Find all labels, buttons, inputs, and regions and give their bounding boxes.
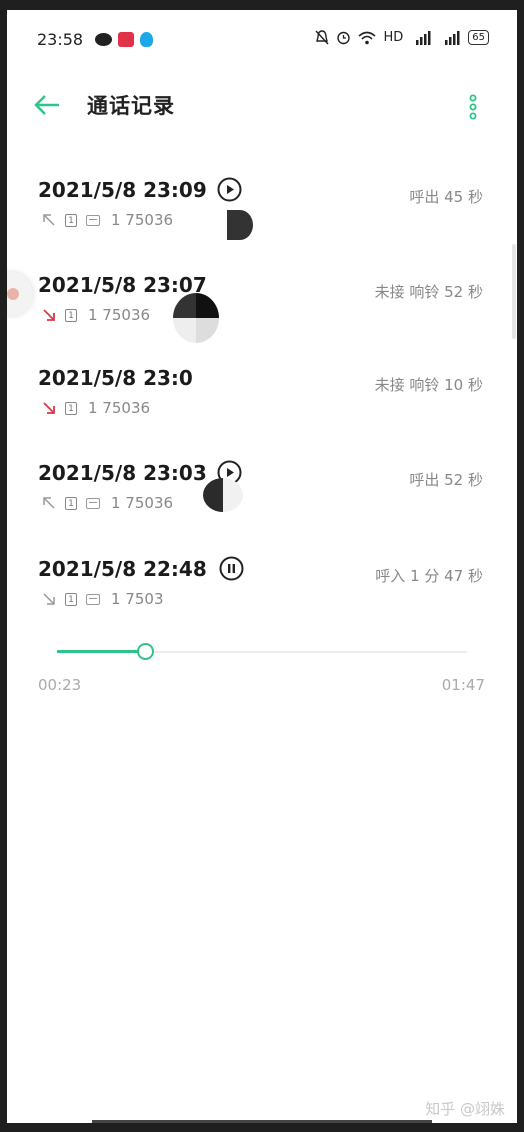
play-recording-icon[interactable] (217, 177, 242, 202)
call-status: 未接 响铃 10 秒 (374, 376, 483, 394)
playback-progress (57, 650, 145, 653)
call-log-item[interactable]: 2021/5/8 23:09 1 1 75036 呼出 45 秒 (7, 177, 517, 268)
hd-call-icon (86, 497, 100, 509)
hd-call-icon (86, 214, 100, 226)
playback-current-time: 00:23 (38, 676, 82, 694)
system-icons: HD 65 (315, 30, 489, 45)
redaction-mark (227, 210, 253, 240)
call-status: 呼入 1 分 47 秒 (375, 567, 483, 585)
network-type-label: HD (383, 30, 404, 45)
sim1-icon: 1 (65, 592, 77, 606)
qq-icon (140, 32, 153, 47)
pause-recording-icon[interactable] (219, 556, 244, 581)
phone-number: 1 75036 (111, 211, 174, 229)
playback-total-time: 01:47 (441, 676, 485, 694)
call-log-item[interactable]: 2021/5/8 22:48 1 1 7503 呼入 1 分 47 秒 (7, 556, 517, 647)
call-datetime: 2021/5/8 23:09 (38, 178, 207, 202)
page-title: 通话记录 (87, 94, 175, 118)
signal-icon-sim2 (445, 30, 460, 45)
missed-call-icon (43, 402, 55, 414)
redaction-mark (203, 478, 243, 512)
notification-icons (95, 32, 153, 47)
sim1-icon: 1 (65, 308, 77, 322)
watermark: 知乎 @翊姝 (425, 1100, 505, 1118)
status-bar: 23:58 HD 65 (7, 10, 517, 62)
home-indicator[interactable] (92, 1120, 432, 1123)
battery-icon: 65 (468, 30, 489, 45)
hd-call-icon (86, 593, 100, 605)
outgoing-call-icon (43, 214, 55, 226)
call-datetime: 2021/5/8 23:03 (38, 461, 207, 485)
call-status: 呼出 45 秒 (409, 188, 483, 206)
call-status: 呼出 52 秒 (409, 471, 483, 489)
wechat-icon (95, 33, 112, 46)
phone-number: 1 75036 (88, 306, 151, 324)
sim1-icon: 1 (65, 213, 77, 227)
call-datetime: 2021/5/8 23:0 (38, 366, 193, 390)
playback-seek-handle[interactable] (137, 643, 154, 660)
alarm-icon (337, 31, 351, 45)
call-log-item[interactable]: 2021/5/8 23:03 1 1 75036 呼出 52 秒 (7, 460, 517, 551)
wifi-icon (358, 31, 376, 44)
call-log-item[interactable]: 2021/5/8 23:07 1 1 75036 未接 响铃 52 秒 (7, 273, 517, 363)
mute-bell-icon (315, 30, 329, 45)
sim1-icon: 1 (65, 496, 77, 510)
phone-number: 1 7503 (111, 590, 164, 608)
call-log-item[interactable]: 2021/5/8 23:0 1 1 75036 未接 响铃 10 秒 (7, 366, 517, 456)
status-time: 23:58 (37, 30, 84, 49)
more-options-icon[interactable] (465, 94, 481, 122)
redaction-mark (173, 293, 219, 343)
missed-call-icon (43, 309, 55, 321)
phone-number: 1 75036 (111, 494, 174, 512)
sim1-icon: 1 (65, 401, 77, 415)
phone-number: 1 75036 (88, 399, 151, 417)
screen: 23:58 HD 65 通话记录 2021/5/8 23:09 1 1 7503… (7, 10, 517, 1123)
video-app-icon (118, 32, 134, 47)
call-datetime: 2021/5/8 23:07 (38, 273, 207, 297)
signal-icon-sim1 (416, 30, 431, 45)
back-arrow-icon[interactable] (33, 94, 61, 116)
call-status: 未接 响铃 52 秒 (374, 283, 483, 301)
outgoing-call-icon (43, 497, 55, 509)
incoming-call-icon (43, 593, 55, 605)
call-datetime: 2021/5/8 22:48 (38, 557, 207, 581)
